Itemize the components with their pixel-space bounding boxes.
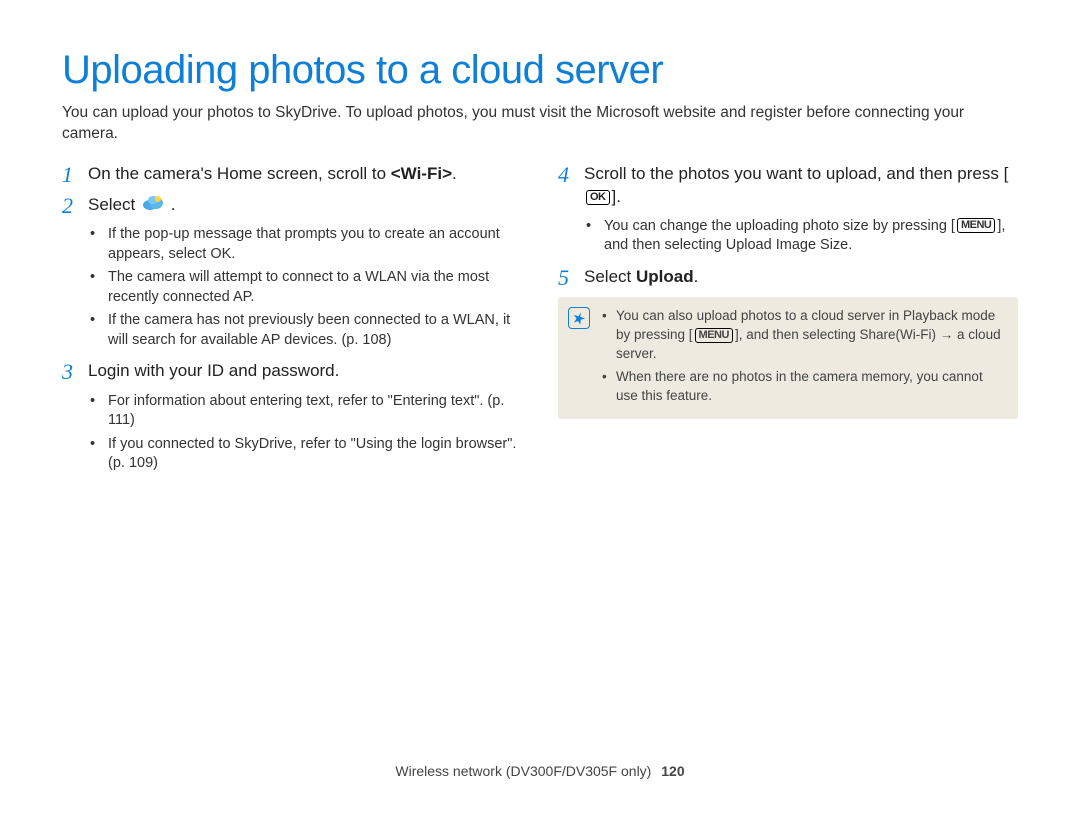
step-body: Scroll to the photos you want to upload,… [584,163,1018,209]
step-number: 2 [62,194,78,217]
sub-text: The camera will attempt to connect to a … [108,268,522,307]
list-item: • If you connected to SkyDrive, refer to… [90,435,522,474]
list-item: • If the camera has not previously been … [90,311,522,350]
bullet-icon: • [90,435,98,474]
step3-sublist: • For information about entering text, r… [90,392,522,474]
bullet-icon: • [90,268,98,307]
sub-text: If the camera has not previously been co… [108,311,522,350]
footer-section: Wireless network (DV300F/DV305F only) [395,763,651,779]
step-body: On the camera's Home screen, scroll to <… [88,163,522,186]
bullet-icon: • [90,311,98,350]
bullet-icon: • [90,225,98,264]
step4-sublist: • You can change the uploading photo siz… [586,217,1018,256]
menu-button-icon: MENU [957,218,995,233]
share-wifi-label: Share(Wi-Fi) [860,327,937,342]
upload-image-size-label: Upload Image Size [726,237,849,253]
step-1: 1 On the camera's Home screen, scroll to… [62,163,522,186]
step-number: 5 [558,266,574,289]
cloud-icon [142,194,164,217]
step-number: 4 [558,163,574,209]
bullet-icon: • [586,217,594,256]
right-column: 4 Scroll to the photos you want to uploa… [558,163,1018,484]
arrow-icon: → [940,327,954,342]
intro-text: You can upload your photos to SkyDrive. … [62,103,1018,145]
bullet-icon: • [602,307,608,364]
note-item: • You can also upload photos to a cloud … [602,307,1004,364]
upload-label: Upload [636,267,694,286]
step-body: Select . [88,194,522,217]
page-title: Uploading photos to a cloud server [62,48,1018,93]
step4-text-b: ]. [612,187,621,206]
sub-text-b: . [231,246,235,262]
step5-text-a: Select [584,267,636,286]
note-icon [568,307,590,329]
step2-text-b: . [171,195,176,214]
step-3: 3 Login with your ID and password. [62,360,522,383]
step1-text-a: On the camera's Home screen, scroll to [88,164,391,183]
list-item: • You can change the uploading photo siz… [586,217,1018,256]
step-body: Login with your ID and password. [88,360,522,383]
note-text-b: ], and then selecting [735,327,860,342]
step5-text-b: . [694,267,699,286]
ok-label: OK [210,246,231,262]
menu-button-icon: MENU [695,328,733,343]
page-number: 120 [661,763,684,779]
step-body: Select Upload. [584,266,1018,289]
list-item: • The camera will attempt to connect to … [90,268,522,307]
step4-text-a: Scroll to the photos you want to upload,… [584,164,1008,183]
note-box: • You can also upload photos to a cloud … [558,297,1018,419]
sub-text: If the pop-up message that prompts you t… [108,226,500,262]
ok-button-icon: OK [586,190,610,205]
sub-text-a: You can change the uploading photo size … [604,218,955,234]
page-footer: Wireless network (DV300F/DV305F only) 12… [0,763,1080,779]
step-5: 5 Select Upload. [558,266,1018,289]
step-2: 2 Select . [62,194,522,217]
list-item: • For information about entering text, r… [90,392,522,431]
left-column: 1 On the camera's Home screen, scroll to… [62,163,522,484]
bullet-icon: • [90,392,98,431]
step2-sublist: • If the pop-up message that prompts you… [90,225,522,350]
bullet-icon: • [602,368,608,406]
note-item: • When there are no photos in the camera… [602,368,1004,406]
step-4: 4 Scroll to the photos you want to uploa… [558,163,1018,209]
sub-text-c: . [848,237,852,253]
step-number: 3 [62,360,78,383]
sub-text: If you connected to SkyDrive, refer to "… [108,435,522,474]
wifi-label: <Wi-Fi> [391,164,452,183]
step1-text-b: . [452,164,457,183]
sub-text: For information about entering text, ref… [108,392,522,431]
note-text: When there are no photos in the camera m… [616,368,1004,406]
list-item: • If the pop-up message that prompts you… [90,225,522,264]
step-number: 1 [62,163,78,186]
step2-text-a: Select [88,195,140,214]
content-columns: 1 On the camera's Home screen, scroll to… [62,163,1018,484]
